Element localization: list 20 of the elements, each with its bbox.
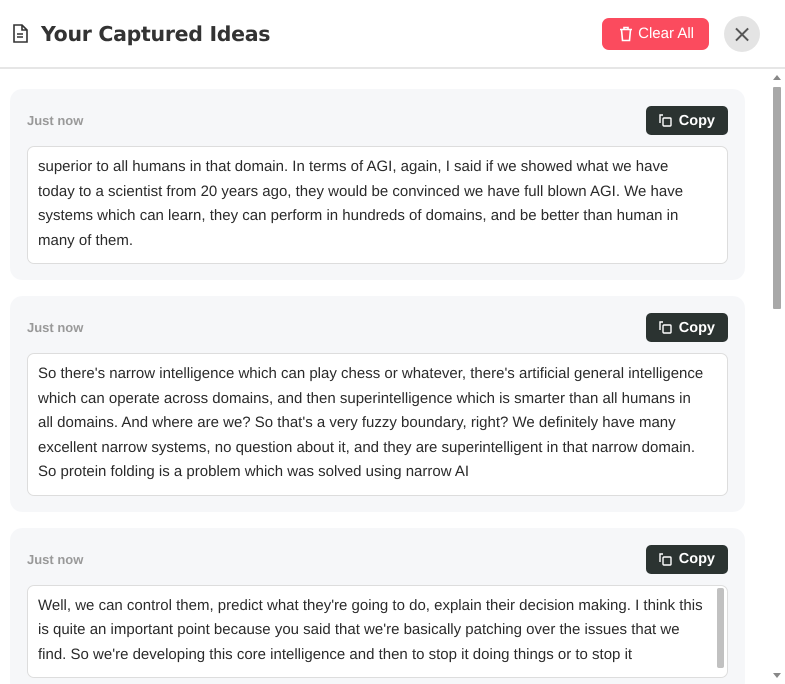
copy-icon	[658, 321, 672, 334]
timestamp: Just now	[27, 113, 84, 128]
idea-text-box[interactable]	[27, 353, 728, 496]
idea-text-box[interactable]	[27, 146, 728, 264]
trash-icon	[619, 26, 634, 42]
panel-title: Your Captured Ideas	[41, 22, 272, 46]
timestamp: Just now	[27, 320, 84, 335]
idea-text: superior to all humans in that domain. In terms of AGI, again, I said if we showed what we have today to a scientist from 20 years ago, they would be convinced we have full blown AGI. We have systems which can learn, they can perform in hundreds of domains, and be better than human in many of them.	[38, 157, 684, 250]
document-icon	[12, 24, 28, 43]
idea-text: So there's narrow intelligence which can play chess or whatever, there's artificial general intelligence which can operate across domains, and then superintelligence which is smarter than all humans in all domains. And where are we? So that's a very fuzzy boundary, right? We definitely have many excellent narrow systems, no question about it, and they are superintelligent in that narrow domain. So protein folding is a problem which was solved using narrow AI	[38, 364, 704, 482]
copy-button[interactable]: Copy	[646, 313, 728, 342]
copy-icon	[658, 114, 672, 127]
copy-icon	[658, 552, 672, 566]
timestamp: Just now	[27, 552, 84, 566]
scrollbar-thumb[interactable]	[717, 588, 724, 668]
copy-button[interactable]: Copy	[646, 106, 728, 135]
idea-text-box[interactable]	[27, 584, 728, 678]
idea-text: Well, we can control them, predict what they're going to do, explain their decision making. I think this is quite an important point because you said that we're basically patching over the issues that we find. So we're developing this core intelligence and then to stop it doing things or to stop it	[38, 596, 704, 664]
close-button[interactable]: ×	[724, 16, 760, 52]
copy-button[interactable]: Copy	[646, 544, 728, 574]
